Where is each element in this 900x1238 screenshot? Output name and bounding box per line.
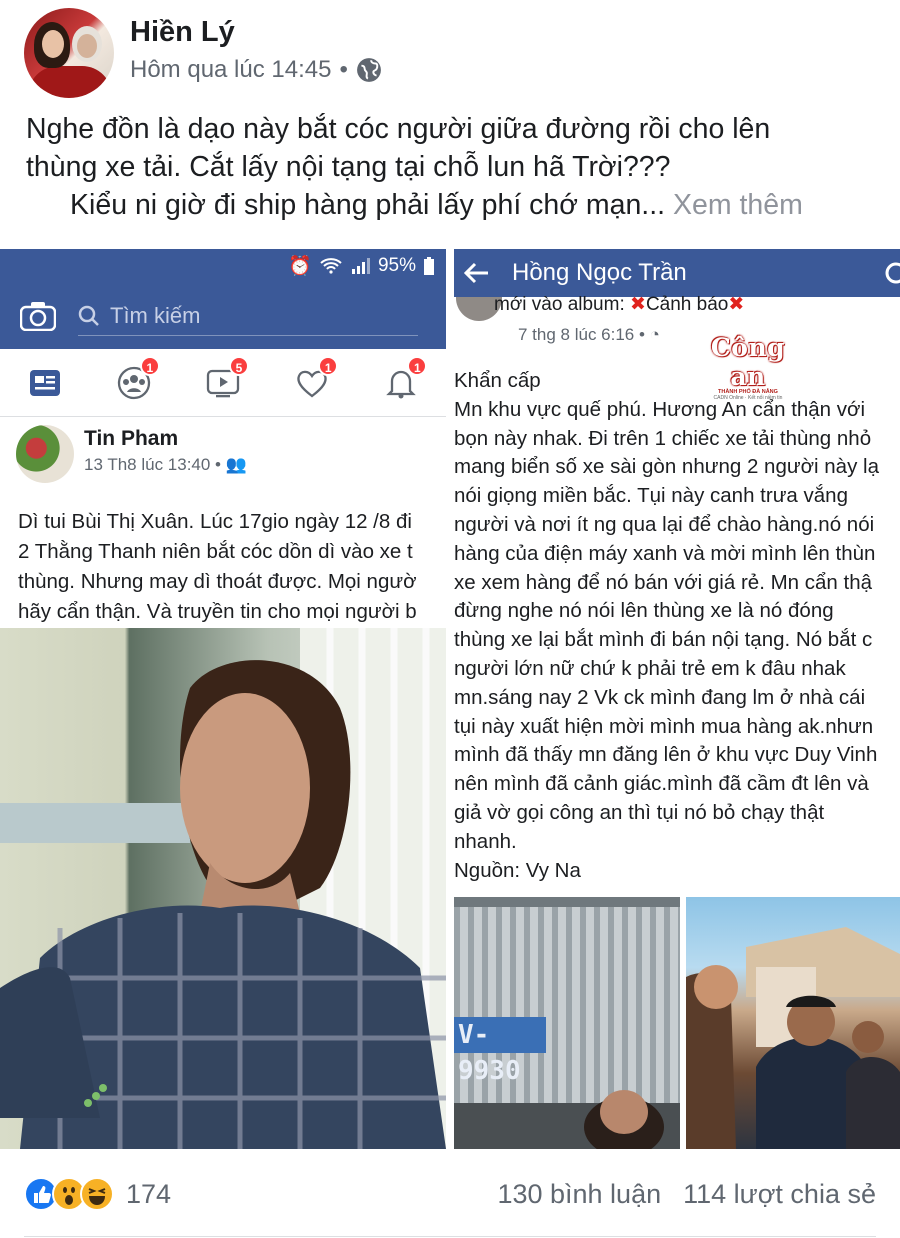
right-post-meta: 7 thg 8 lúc 6:16 • ◔ (518, 325, 660, 345)
inner-text-line: hãy cẩn thận. Và truyền tin cho mọi ngườ… (18, 600, 417, 623)
dating-badge: 1 (318, 355, 339, 376)
warning-text: Cảnh báo (645, 294, 729, 315)
inner-author-name[interactable]: Tin Pham (84, 427, 178, 451)
camera-icon[interactable] (20, 301, 56, 331)
inner-text-line: 2 Thằng Thanh niên bắt cóc dồn dì vào xe… (18, 540, 413, 563)
engagement-counts: 130 bình luận 114 lượt chia sẻ (497, 1179, 876, 1210)
reaction-count: 174 (126, 1178, 172, 1209)
inner-text-line: thùng. Nhưng may dì thoát được. Mọi ngườ (18, 570, 417, 593)
caption-line-3: Kiểu ni giờ đi ship hàng phải lấy phí ch… (26, 186, 876, 224)
truck-photo: V-9930 (454, 897, 680, 1149)
post-footer: 174 130 bình luận 114 lượt chia sẻ (24, 1168, 876, 1220)
back-arrow-icon[interactable] (464, 262, 490, 284)
public-icon: ◔ (649, 325, 660, 344)
search-icon[interactable] (884, 261, 900, 285)
right-text-line: mang biển số xe sài gòn nhưng 2 người nà… (454, 455, 879, 479)
crowd-illustration (686, 927, 900, 1149)
reactions-summary[interactable]: 174 (24, 1177, 171, 1211)
wifi-icon (320, 258, 342, 274)
caption-line-2: thùng xe tải. Cắt lấy nội tạng tại chỗ l… (26, 151, 671, 183)
post-meta: Hôm qua lúc 14:45 • (130, 56, 382, 84)
inner-post-meta: 13 Th8 lúc 13:40 • 👥 (84, 455, 247, 475)
notifications-badge: 1 (407, 355, 428, 376)
search-placeholder: Tìm kiếm (110, 302, 201, 328)
signal-icon (351, 258, 370, 274)
author-name[interactable]: Hiền Lý (130, 16, 235, 49)
post-caption: Nghe đồn là dạo này bắt cóc người giữa đ… (26, 110, 876, 224)
comments-count-link[interactable]: 130 bình luận (497, 1179, 661, 1210)
album-line-text: mới vào album: (494, 294, 625, 315)
right-text-line: giả vờ gọi công an thì tụi nó bỏ chạy th… (454, 800, 825, 824)
alarm-icon: ⏰ (288, 256, 312, 277)
profile-title: Hồng Ngọc Trần (512, 259, 687, 286)
right-post-timestamp: 7 thg 8 lúc 6:16 • (518, 325, 645, 344)
tab-dating[interactable]: 1 (294, 355, 339, 400)
right-text-line: đừng nghe nó nói lên thùng xe là nó đóng (454, 599, 834, 623)
right-text-line: tụi này xuất hiện mời mình mua hàng ak.n… (454, 714, 874, 738)
right-text-line: thùng xe lại bắt mình đi bán nội tạng. N… (454, 628, 873, 652)
right-text-line: Nguồn: Vy Na (454, 858, 581, 882)
right-text-line: bọn này nhak. Đi trên 1 chiếc xe tải thù… (454, 426, 872, 450)
inner-post-header: Tin Pham 13 Th8 lúc 13:40 • 👥 (0, 417, 446, 487)
woman-photo (0, 628, 446, 1149)
woman-illustration (0, 628, 446, 1149)
status-bar: ⏰ 95% (0, 249, 446, 283)
inner-post-text: Dì tui Bùi Thị Xuân. Lúc 17gio ngày 12 /… (0, 487, 446, 627)
watch-badge: 5 (228, 355, 249, 376)
right-text-line: Khẩn cấp (454, 369, 541, 392)
tab-news-feed[interactable] (27, 366, 63, 400)
tab-groups[interactable]: 1 (116, 355, 160, 400)
fb-nav-tabs: 1 5 1 1 (0, 349, 446, 417)
right-text-line: Mn khu vực quế phú. Hương An cẩn thận vớ… (454, 397, 866, 421)
groups-badge: 1 (139, 355, 160, 376)
inner-author-avatar[interactable] (16, 425, 74, 483)
tab-notifications[interactable]: 1 (383, 355, 428, 400)
caption-line-3-text: Kiểu ni giờ đi ship hàng phải lấy phí ch… (70, 189, 666, 221)
right-text-line: nhanh. (454, 829, 517, 853)
fb-title-bar: Hồng Ngọc Trần (454, 249, 900, 297)
footer-divider (24, 1236, 876, 1237)
battery-icon (424, 257, 434, 275)
haha-reaction-icon (80, 1177, 114, 1211)
post-header: Hiền Lý Hôm qua lúc 14:45 • (24, 8, 884, 98)
fb-search-bar: Tìm kiếm (0, 283, 446, 349)
right-text-line: xe xem hàng để nó bán với giá rẻ. Mn cẩn… (454, 570, 872, 594)
battery-level: 95% (377, 255, 416, 276)
caption-line-1: Nghe đồn là dạo này bắt cóc người giữa đ… (26, 113, 771, 145)
friends-icon: 👥 (225, 455, 247, 474)
search-input[interactable]: Tìm kiếm (78, 296, 418, 336)
right-text-line: hàng của điện máy xanh và mời mình lên t… (454, 541, 876, 565)
right-text-line: người và nơi ít ng qua lại để chào hàng.… (454, 512, 875, 536)
right-screenshot-image[interactable]: Hồng Ngọc Trần mới vào album: ✖Cảnh báo✖… (454, 249, 900, 1149)
tab-watch[interactable]: 5 (205, 355, 249, 400)
right-text-line: nói giọng miền bắc. Tụi này canh trưa vắ… (454, 484, 848, 508)
right-text-line: người lớn nữ chứ k phải trẻ em k đâu nha… (454, 656, 846, 680)
see-more-link[interactable]: Xem thêm (673, 189, 803, 221)
right-text-line: nên mình đã cảnh giác.mình đã cầm đt lên… (454, 772, 869, 796)
search-icon (78, 305, 99, 326)
author-avatar[interactable] (24, 8, 114, 98)
shares-count-link[interactable]: 114 lượt chia sẻ (683, 1179, 876, 1210)
right-text-line: mình đã thấy mn đăng lên ở khu vực Duy V… (454, 743, 878, 767)
right-post-text: Khẩn cấp Mn khu vực quế phú. Hương An cẩ… (454, 367, 879, 885)
album-line: mới vào album: ✖Cảnh báo✖ (454, 293, 900, 315)
crowd-photo (686, 897, 900, 1149)
right-text-line: mn.sáng nay 2 Vk ck mình đang lm ở nhà c… (454, 685, 866, 709)
globe-icon (356, 58, 381, 82)
inner-text-line: Dì tui Bùi Thị Xuân. Lúc 17gio ngày 12 /… (18, 510, 412, 533)
news-feed-icon (29, 369, 60, 396)
warning-x-icon: ✖ (630, 294, 646, 315)
warning-x-icon: ✖ (728, 294, 745, 315)
post-timestamp[interactable]: Hôm qua lúc 14:45 (130, 56, 331, 84)
inner-post-timestamp: 13 Th8 lúc 13:40 • (84, 455, 222, 474)
left-screenshot-image[interactable]: ⏰ 95% Tìm kiếm 1 5 1 1 Tin Pham 13 Th8 l… (0, 249, 446, 1149)
truck-illustration (454, 897, 680, 1149)
